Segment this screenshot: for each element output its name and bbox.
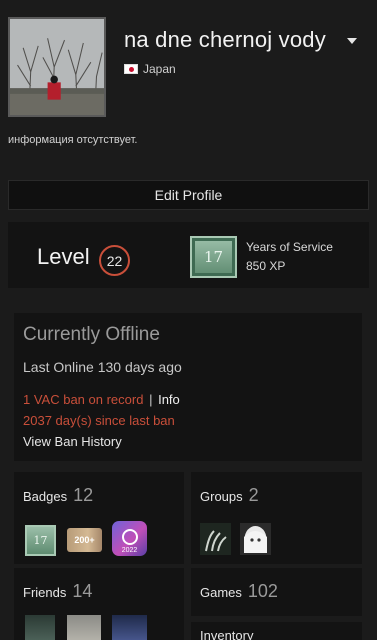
edit-profile-button[interactable]: Edit Profile [8,180,369,210]
friends-header: Friends 14 [23,581,92,602]
games-label: Games [200,585,242,600]
profile-avatar[interactable] [8,17,106,117]
days-since-ban: 2037 day(s) since last ban [23,413,175,428]
inventory-tile[interactable]: Inventory [191,622,362,640]
friend-avatar[interactable] [25,615,55,640]
last-online: Last Online 130 days ago [23,359,182,375]
group-avatar-hands[interactable] [200,523,231,555]
groups-count: 2 [248,485,259,505]
profile-username[interactable]: na dne chernoj vody [124,27,326,53]
badge-steam-2022-icon[interactable]: 2022 [112,521,147,556]
inventory-label: Inventory [200,628,254,640]
vac-info-link[interactable]: Info [158,392,180,407]
vac-ban-text: 1 VAC ban on record [23,392,144,407]
badges-header: Badges 12 [23,485,93,506]
group-avatar-anime[interactable] [240,523,271,555]
friends-count: 14 [72,581,93,601]
friend-avatar[interactable] [112,615,147,640]
games-tile[interactable]: Games 102 [191,568,362,616]
badges-count: 12 [73,485,94,505]
profile-country: Japan [143,62,176,76]
online-status: Currently Offline [23,324,160,345]
level-label: Level [37,244,90,269]
years-of-service-badge-icon[interactable]: 17 [190,236,237,278]
japan-flag-icon [124,64,138,74]
friend-avatar[interactable] [67,615,101,640]
vac-ban-line: 1 VAC ban on record | Info [23,392,180,407]
level-value[interactable]: 22 [99,245,130,276]
friends-label: Friends [23,585,67,600]
vac-separator: | [149,392,153,407]
view-ban-history-link[interactable]: View Ban History [23,434,122,449]
games-header: Games 102 [200,581,278,602]
groups-header: Groups 2 [200,485,259,506]
chevron-down-icon[interactable] [347,38,357,44]
games-count: 102 [247,581,278,601]
badge-xp: 850 XP [246,259,286,273]
groups-label: Groups [200,489,243,504]
badge-years-icon[interactable]: 17 [25,525,56,556]
badge-year: 2022 [121,547,138,554]
steam-logo-icon [121,529,138,545]
profile-summary: информация отсутствует. [8,134,138,146]
badge-200-icon[interactable]: 200+ [67,528,102,552]
badges-label: Badges [23,489,68,504]
badge-title[interactable]: Years of Service [246,240,333,254]
